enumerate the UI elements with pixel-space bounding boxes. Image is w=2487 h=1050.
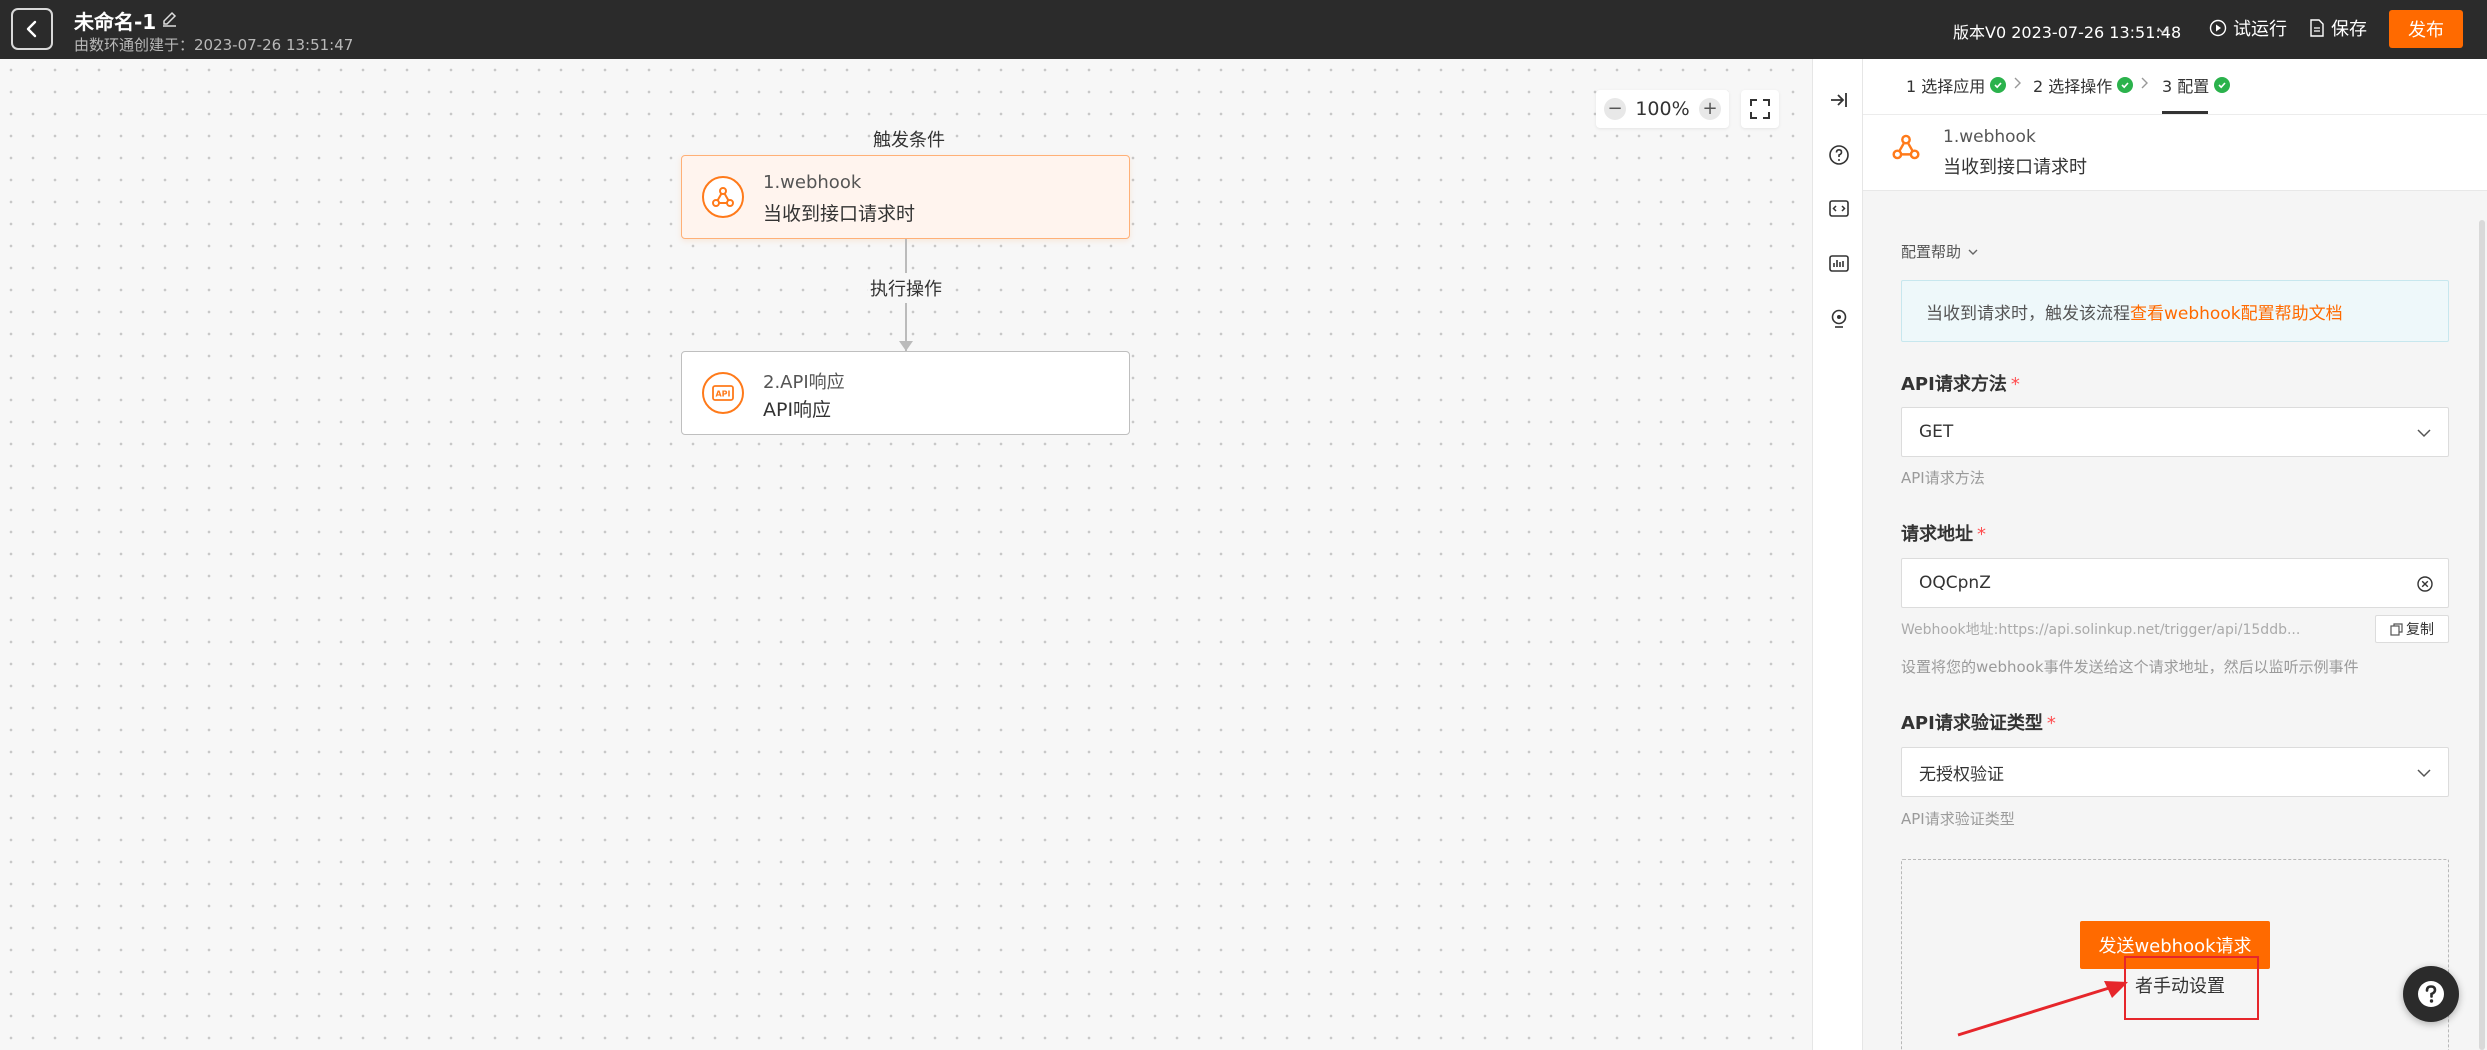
auth-label-text: API请求验证类型 bbox=[1901, 713, 2043, 734]
step-configure[interactable]: 3 配置 bbox=[2162, 73, 2231, 97]
zoom-out-button[interactable]: − bbox=[1604, 98, 1626, 120]
zoom-level: 100% bbox=[1635, 98, 1690, 120]
chevron-down-icon bbox=[2417, 769, 2431, 778]
chevron-right-icon bbox=[2141, 77, 2148, 89]
node-header: 1.webhook 当收到接口请求时 bbox=[1863, 115, 2487, 191]
save-button[interactable]: 保存 bbox=[2309, 15, 2367, 41]
webhook-url: Webhook地址:https://api.solinkup.net/trigg… bbox=[1901, 622, 2301, 638]
config-help-toggle[interactable]: 配置帮助 bbox=[1901, 241, 1979, 262]
panel-scrollbar[interactable] bbox=[2479, 220, 2485, 1050]
side-tool-strip bbox=[1812, 59, 1863, 1050]
trigger-section-label: 触发条件 bbox=[873, 130, 945, 151]
chevron-down-icon bbox=[1968, 249, 1978, 255]
webhook-icon bbox=[1892, 134, 1920, 160]
copy-button[interactable]: 复制 bbox=[2375, 615, 2449, 643]
method-value: GET bbox=[1919, 422, 1954, 442]
node-subtitle: API响应 bbox=[763, 399, 832, 421]
node-subtitle: 当收到接口请求时 bbox=[763, 203, 916, 225]
method-hint: API请求方法 bbox=[1901, 469, 1985, 487]
trial-run-label: 试运行 bbox=[2233, 19, 2287, 40]
auth-label: API请求验证类型 * bbox=[1901, 713, 2056, 734]
url-value: OQCpnZ bbox=[1919, 573, 1991, 593]
location-icon[interactable] bbox=[1826, 306, 1852, 332]
check-icon bbox=[2214, 77, 2231, 93]
help-fab-button[interactable] bbox=[2403, 966, 2459, 1022]
node-title: 2.API响应 bbox=[763, 372, 845, 393]
method-label: API请求方法 * bbox=[1901, 374, 2020, 395]
log-icon[interactable] bbox=[1826, 251, 1852, 277]
step-label: 2 选择操作 bbox=[2033, 77, 2113, 96]
edit-icon[interactable] bbox=[160, 9, 180, 29]
page-title: 未命名-1 bbox=[74, 10, 157, 34]
connector-arrow bbox=[899, 341, 913, 351]
method-label-text: API请求方法 bbox=[1901, 374, 2007, 395]
trial-run-button[interactable]: 试运行 bbox=[2209, 15, 2287, 41]
step-select-app[interactable]: 1 选择应用 bbox=[1906, 73, 2007, 97]
webhook-icon bbox=[702, 176, 744, 218]
check-icon bbox=[1990, 77, 2007, 93]
fullscreen-button[interactable] bbox=[1741, 90, 1779, 128]
step-label: 1 选择应用 bbox=[1906, 77, 1986, 96]
flow-canvas[interactable]: − 100% + 触发条件 1.webhook 当收到接口请求时 执行操作 AP… bbox=[0, 59, 1812, 1050]
step-label: 3 配置 bbox=[2162, 77, 2210, 96]
help-doc-link[interactable]: 查看webhook配置帮助文档 bbox=[2130, 299, 2343, 324]
document-icon bbox=[2310, 19, 2324, 37]
info-text: 当收到请求时，触发该流程 bbox=[1926, 303, 2130, 324]
chevron-down-icon bbox=[2417, 429, 2431, 438]
url-label: 请求地址 * bbox=[1901, 524, 1986, 545]
publish-button[interactable]: 发布 bbox=[2389, 10, 2463, 48]
fullscreen-icon bbox=[1750, 99, 1770, 119]
url-label-text: 请求地址 bbox=[1901, 524, 1973, 545]
webhook-trigger-node[interactable]: 1.webhook 当收到接口请求时 bbox=[681, 155, 1130, 239]
code-icon[interactable] bbox=[1826, 196, 1852, 222]
header-subtitle: 当收到接口请求时 bbox=[1943, 157, 2087, 178]
step-select-action[interactable]: 2 选择操作 bbox=[2033, 73, 2134, 97]
auth-value: 无授权验证 bbox=[1919, 764, 2004, 785]
save-label: 保存 bbox=[2331, 19, 2367, 40]
auth-select[interactable]: 无授权验证 bbox=[1901, 747, 2449, 797]
url-input[interactable]: OQCpnZ bbox=[1901, 558, 2449, 608]
auth-hint: API请求验证类型 bbox=[1901, 810, 2015, 828]
top-bar: 未命名-1 由数环通创建于：2023-07-26 13:51:47 版本V0 2… bbox=[0, 0, 2487, 59]
action-section-label: 执行操作 bbox=[868, 273, 944, 303]
node-title: 1.webhook bbox=[763, 172, 862, 193]
zoom-control: − 100% + bbox=[1596, 90, 1729, 128]
step-tabs: 1 选择应用 2 选择操作 3 配置 bbox=[1863, 59, 2487, 115]
version-selector[interactable]: 版本V0 2023-07-26 13:51:48 bbox=[1953, 19, 2181, 43]
api-response-node[interactable]: API 2.API响应 API响应 bbox=[681, 351, 1130, 435]
chevron-right-icon bbox=[2014, 77, 2021, 89]
zoom-in-button[interactable]: + bbox=[1698, 98, 1721, 120]
help-circle-icon[interactable] bbox=[1826, 142, 1852, 168]
back-button[interactable] bbox=[11, 8, 53, 50]
svg-text:API: API bbox=[715, 390, 730, 399]
clear-icon[interactable] bbox=[2416, 575, 2434, 593]
collapse-panel-icon[interactable] bbox=[1826, 87, 1852, 113]
url-hint: 设置将您的webhook事件发送给这个请求地址，然后以监听示例事件 bbox=[1901, 658, 2359, 676]
annotation-arrow bbox=[1957, 981, 2128, 1037]
info-box: 当收到请求时，触发该流程 查看webhook配置帮助文档 bbox=[1901, 280, 2449, 342]
check-icon bbox=[2117, 77, 2134, 93]
chevron-down-icon[interactable] bbox=[2156, 23, 2170, 37]
created-info: 由数环通创建于：2023-07-26 13:51:47 bbox=[74, 36, 354, 54]
config-panel: 1 选择应用 2 选择操作 3 配置 1.webhook 当收到接口请求时 配置… bbox=[1863, 59, 2487, 1050]
api-icon: API bbox=[702, 372, 744, 414]
method-select[interactable]: GET bbox=[1901, 407, 2449, 457]
copy-icon bbox=[2390, 622, 2403, 636]
help-circle-icon bbox=[2418, 981, 2444, 1007]
play-circle-icon bbox=[2209, 19, 2227, 37]
config-help-label: 配置帮助 bbox=[1901, 243, 1962, 261]
copy-label: 复制 bbox=[2406, 622, 2434, 638]
header-title: 1.webhook bbox=[1943, 127, 2036, 147]
chevron-left-icon bbox=[26, 20, 37, 38]
active-step-indicator bbox=[2162, 111, 2208, 114]
